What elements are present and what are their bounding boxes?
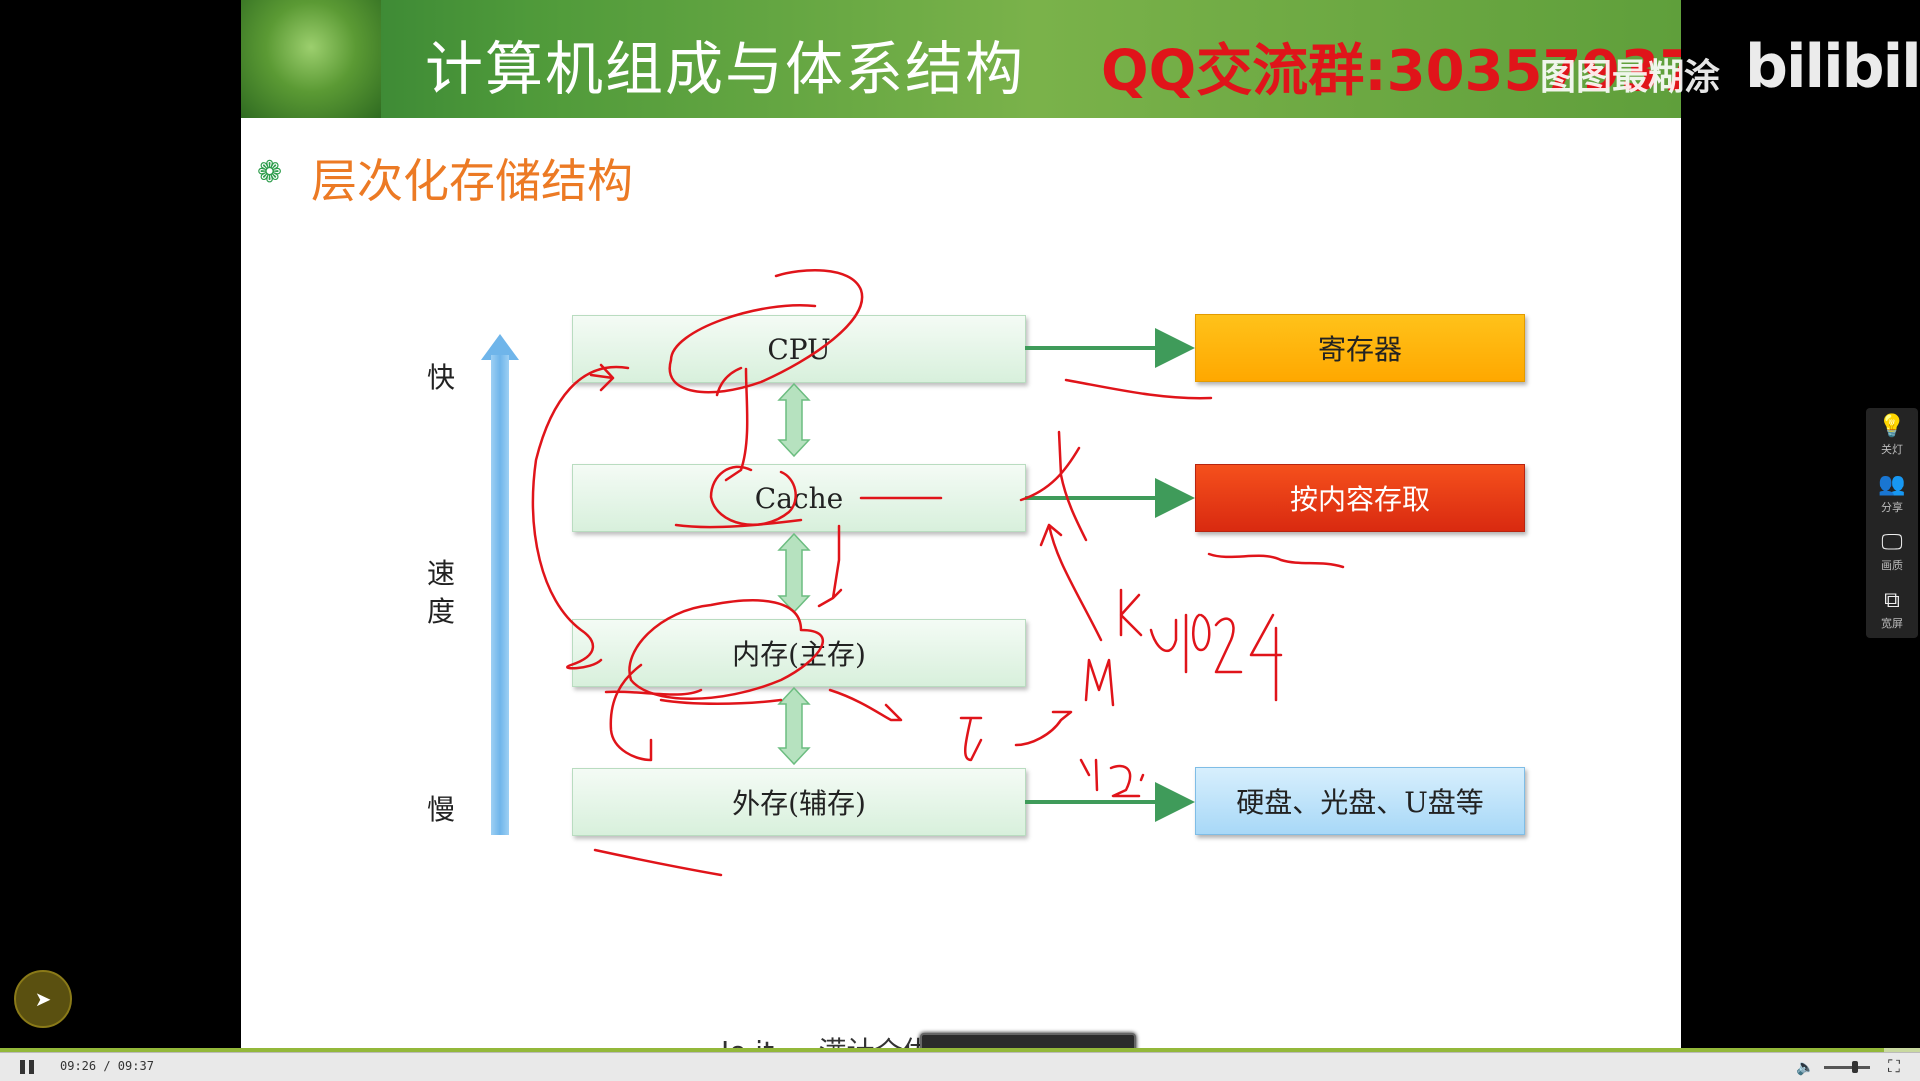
volume-icon[interactable]: 🔈 [1796,1058,1815,1076]
quality-label: 画质 [1881,559,1903,572]
lightbulb-icon: 💡 [1878,414,1906,439]
widescreen-button[interactable]: ⧉ 宽屏 [1866,582,1918,638]
share-label: 分享 [1881,501,1903,514]
time-display: 09:26 / 09:37 [60,1059,154,1073]
lights-off-button[interactable]: 💡 关灯 [1866,408,1918,464]
cursor-highlight: ➤ [14,970,72,1028]
pause-icon [20,1060,25,1074]
bilibili-logo: bilibili [1745,32,1920,102]
volume-slider[interactable] [1824,1066,1870,1069]
player-control-bar: 09:26 / 09:37 🔈 ⛶ [0,1052,1920,1081]
pause-icon-bar [29,1060,34,1074]
lights-off-label: 关灯 [1881,443,1903,456]
share-icon: 👥 [1878,472,1906,497]
mouse-pointer-icon: ➤ [34,987,52,1011]
side-tool-panel: 💡 关灯 👥 分享 🖵 画质 ⧉ 宽屏 [1866,408,1918,638]
watermark-text: 图图最糊涂 [1540,57,1721,98]
quality-button[interactable]: 🖵 画质 [1866,524,1918,580]
monitor-icon: 🖵 [1881,530,1903,555]
slide: 计算机组成与体系结构 QQ交流群:30357937 ❁ 层次化存储结构 快 速 … [241,0,1681,1048]
widescreen-icon: ⧉ [1884,588,1900,613]
pause-button[interactable] [20,1060,36,1074]
widescreen-label: 宽屏 [1881,617,1903,630]
share-button[interactable]: 👥 分享 [1866,466,1918,522]
volume-knob[interactable] [1852,1061,1858,1073]
fullscreen-icon[interactable]: ⛶ [1888,1057,1900,1077]
connector-arrows [777,328,1195,822]
